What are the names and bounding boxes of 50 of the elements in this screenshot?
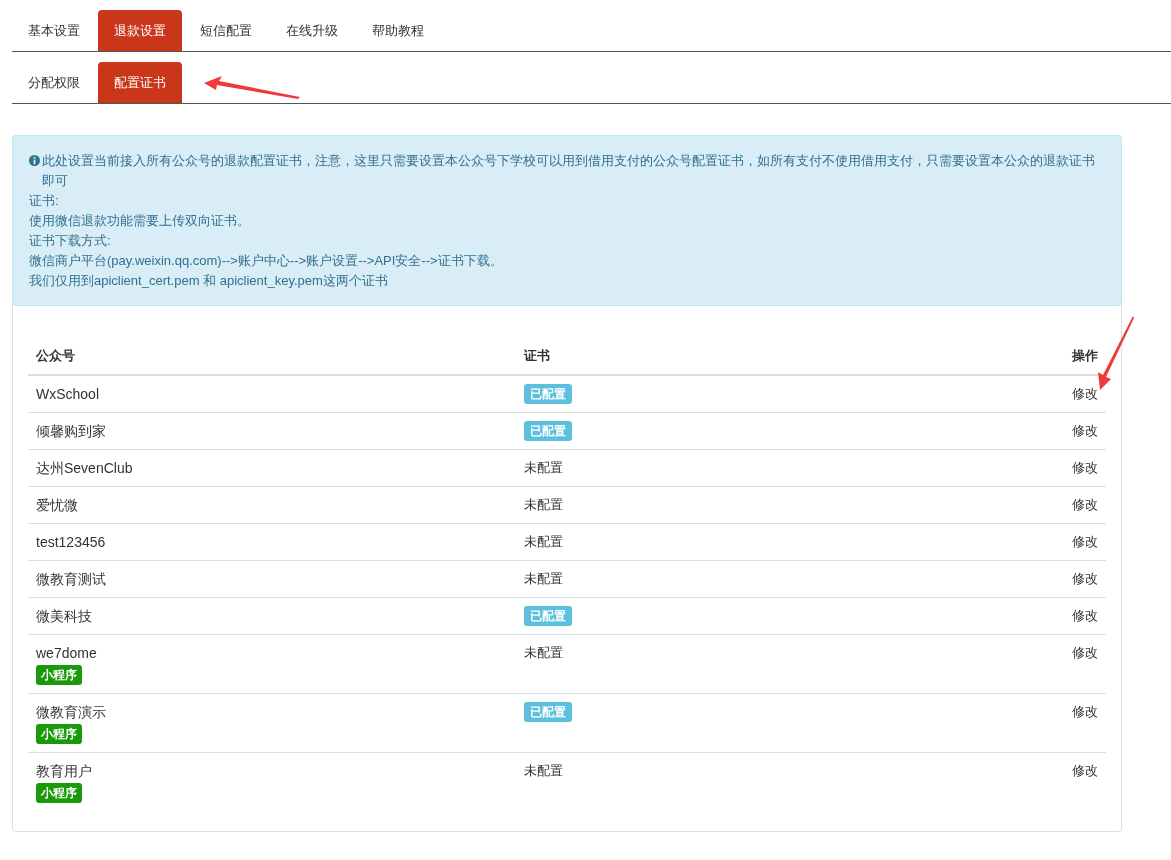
tab[interactable]: 短信配置 [184, 10, 268, 51]
notice-text: 我们仅用到apiclient_cert.pem 和 apiclient_key.pem这两个证书 [29, 273, 388, 288]
edit-link[interactable]: 修改 [1072, 423, 1098, 438]
notice-text: 微信商户平台(pay.weixin.qq.com)-->账户中心-->账户设置-->API安全-->证书下载。 [29, 253, 503, 268]
status-text: 未配置 [524, 534, 563, 549]
account-name: 教育用户 [36, 762, 93, 781]
tab[interactable]: 在线升级 [270, 10, 354, 51]
column-header: 操作 [1072, 348, 1098, 363]
mini-program-tag: 小程序 [36, 665, 82, 685]
account-name: WxSchool [36, 385, 101, 404]
account-name: 爱忧微 [36, 496, 79, 515]
mini-program-tag: 小程序 [36, 724, 82, 744]
mini-program-tag: 小程序 [36, 783, 82, 803]
notice-text: 证书下载方式: [29, 233, 111, 248]
tab[interactable]: 基本设置 [12, 10, 96, 51]
status-label: 已配置 [524, 421, 572, 441]
edit-link[interactable]: 修改 [1072, 386, 1098, 401]
edit-link[interactable]: 修改 [1072, 497, 1098, 512]
edit-link[interactable]: 修改 [1072, 571, 1098, 586]
status-label: 已配置 [524, 606, 572, 626]
tab[interactable]: 分配权限 [12, 62, 96, 103]
edit-link[interactable]: 修改 [1072, 763, 1098, 778]
tab[interactable]: 帮助教程 [356, 10, 440, 51]
account-name: 倾馨购到家 [36, 422, 107, 441]
edit-link[interactable]: 修改 [1072, 534, 1098, 549]
status-text: 未配置 [524, 571, 563, 586]
status-label: 已配置 [524, 702, 572, 722]
status-text: 未配置 [524, 645, 563, 660]
notice-text: 使用微信退款功能需要上传双向证书。 [29, 213, 250, 228]
account-name: test123456 [36, 533, 107, 552]
status-text: 未配置 [524, 460, 563, 475]
tab[interactable]: 配置证书 [98, 62, 182, 103]
edit-link[interactable]: 修改 [1072, 460, 1098, 475]
status-text: 未配置 [524, 497, 563, 512]
account-name: 微教育测试 [36, 570, 107, 589]
notice-text: 此处设置当前接入所有公众号的退款配置证书，注意，这里只需要设置本公众号下学校可以用到借用支付的公众号配置证书，如所有支付不使用借用支付，只需要设置本公众的退款证书即可 [42, 152, 1096, 190]
edit-link[interactable]: 修改 [1072, 608, 1098, 623]
account-name: 达州SevenClub [36, 459, 134, 478]
status-text: 未配置 [524, 763, 563, 778]
column-header: 公众号 [36, 348, 75, 363]
account-name: 微美科技 [36, 607, 93, 626]
account-name: we7dome [36, 644, 98, 663]
status-label: 已配置 [524, 384, 572, 404]
edit-link[interactable]: 修改 [1072, 645, 1098, 660]
account-name: 微教育演示 [36, 703, 107, 722]
tab[interactable]: 退款设置 [98, 10, 182, 51]
column-header: 证书 [524, 348, 550, 363]
edit-link[interactable]: 修改 [1072, 704, 1098, 719]
info-icon [29, 155, 40, 166]
notice-text: 证书: [29, 193, 59, 208]
